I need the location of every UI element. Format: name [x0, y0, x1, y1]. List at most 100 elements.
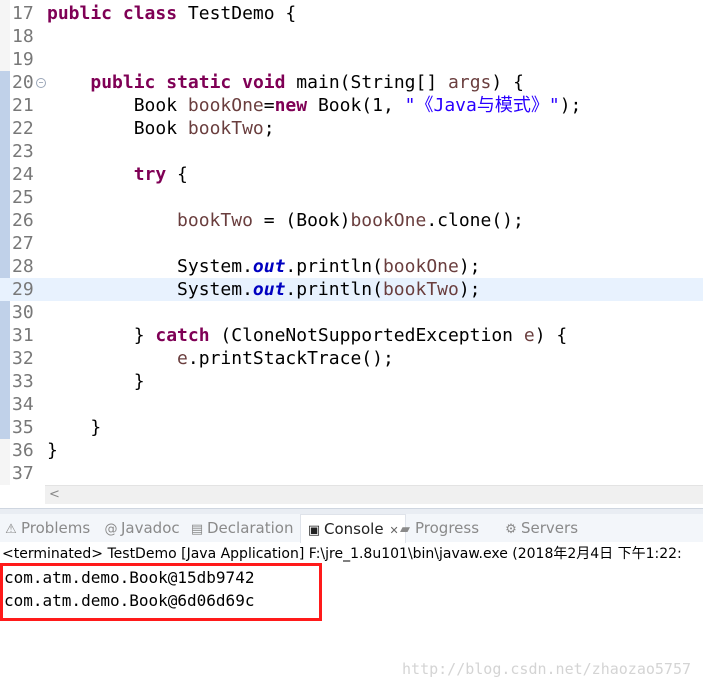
token: .println(	[285, 256, 383, 277]
line-number: 22	[12, 118, 34, 139]
code-line[interactable]: 28 System.out.println(bookOne);	[0, 255, 703, 278]
token-var: e	[523, 325, 535, 346]
code-line[interactable]: 17 public class TestDemo {	[0, 2, 703, 25]
code-text: }	[47, 416, 101, 439]
code-line[interactable]: 23	[0, 140, 703, 163]
token: .printStackTrace();	[187, 348, 394, 369]
tab-declaration[interactable]: ▤ Declaration	[190, 514, 294, 542]
token: System.	[47, 256, 253, 277]
line-number: 23	[12, 141, 34, 162]
line-number: 26	[12, 210, 34, 231]
token-kw: catch	[155, 325, 210, 346]
code-editor[interactable]: 17 public class TestDemo { 18 19 20− public …	[0, 0, 703, 485]
fold-collapse-icon[interactable]: −	[36, 78, 46, 88]
code-text: public static void main(String[] args) {	[47, 71, 524, 94]
token: );	[458, 256, 481, 277]
line-number: 27	[12, 233, 34, 254]
code-text: bookTwo = (Book)bookOne.clone();	[47, 209, 524, 232]
token: (CloneNotSupportedException	[209, 325, 524, 346]
token: }	[47, 440, 58, 461]
code-line[interactable]: 27	[0, 232, 703, 255]
code-text: System.out.println(bookTwo);	[47, 278, 481, 301]
line-number: 18	[12, 26, 34, 47]
problems-icon: ⚠	[5, 522, 17, 537]
tab-progress[interactable]: ▰ Progress	[398, 514, 479, 542]
code-line[interactable]: 22 Book bookTwo;	[0, 117, 703, 140]
line-number: 25	[12, 187, 34, 208]
token: .println(	[285, 279, 383, 300]
token: System.	[47, 279, 253, 300]
tab-javadoc[interactable]: @ Javadoc	[104, 514, 180, 542]
code-line[interactable]: 20− public static void main(String[] arg…	[0, 71, 703, 94]
code-text: e.printStackTrace();	[47, 347, 394, 370]
code-line[interactable]: 34	[0, 393, 703, 416]
line-number: 35	[12, 417, 34, 438]
tab-servers[interactable]: ⚙ Servers	[504, 514, 578, 542]
token: main(String[]	[285, 72, 449, 93]
scroll-left-icon[interactable]: <	[49, 486, 60, 504]
code-line[interactable]: 31 } catch (CloneNotSupportedException e…	[0, 324, 703, 347]
line-number: 24	[12, 164, 34, 185]
code-line[interactable]: 37	[0, 462, 703, 485]
line-number: 31	[12, 325, 34, 346]
code-line[interactable]: 25	[0, 186, 703, 209]
token-var: bookTwo	[382, 279, 459, 300]
token: );	[559, 95, 582, 116]
tab-label: Servers	[521, 519, 579, 537]
code-line[interactable]: 30	[0, 301, 703, 324]
code-text: }	[47, 370, 145, 393]
line-number: 17	[12, 3, 34, 24]
tab-label: Problems	[21, 519, 91, 537]
code-line[interactable]: 24 try {	[0, 163, 703, 186]
code-line[interactable]: 32 e.printStackTrace();	[0, 347, 703, 370]
tab-problems[interactable]: ⚠ Problems	[4, 514, 90, 542]
token: =	[263, 95, 275, 116]
declaration-icon: ▤	[190, 522, 204, 537]
code-line[interactable]: 33 }	[0, 370, 703, 393]
token: .clone();	[426, 210, 524, 231]
token: ) {	[491, 72, 524, 93]
line-number: 34	[12, 394, 34, 415]
code-line[interactable]: 19	[0, 48, 703, 71]
line-number: 28	[12, 256, 34, 277]
code-line[interactable]: 29 System.out.println(bookTwo);	[0, 278, 703, 301]
token-var: args	[448, 72, 492, 93]
tab-label: Progress	[415, 519, 480, 537]
tab-label: Declaration	[207, 519, 294, 537]
line-number: 21	[12, 95, 34, 116]
token-kw: public	[47, 3, 113, 24]
tab-label: Console	[324, 520, 384, 538]
line-number: 30	[12, 302, 34, 323]
token: );	[458, 279, 481, 300]
code-line[interactable]: 36}	[0, 439, 703, 462]
horizontal-scrollbar[interactable]: <	[45, 485, 703, 504]
token: }	[47, 417, 102, 438]
at-icon: @	[104, 522, 118, 537]
token-kw: void	[242, 72, 286, 93]
code-line[interactable]: 35 }	[0, 416, 703, 439]
code-text: public class TestDemo {	[47, 2, 296, 25]
token-kw: try	[133, 164, 167, 185]
token-kw: class	[122, 3, 178, 24]
code-line[interactable]: 21 Book bookOne=new Book(1, "《Java与模式》")…	[0, 94, 703, 117]
token-kw: static	[166, 72, 232, 93]
progress-icon: ▰	[400, 522, 410, 537]
code-text: try {	[47, 163, 188, 186]
token: Book(1,	[307, 95, 405, 116]
code-line[interactable]: 26 bookTwo = (Book)bookOne.clone();	[0, 209, 703, 232]
tab-label: Javadoc	[121, 519, 180, 537]
tab-console[interactable]: ▣ Console ✕	[300, 514, 406, 543]
token-var: bookOne	[187, 95, 264, 116]
token: Book	[47, 95, 188, 116]
token-var: e	[177, 348, 188, 369]
highlight-box	[0, 563, 322, 621]
token-var: bookTwo	[187, 118, 264, 139]
code-line[interactable]: 18	[0, 25, 703, 48]
line-number: 33	[12, 371, 34, 392]
